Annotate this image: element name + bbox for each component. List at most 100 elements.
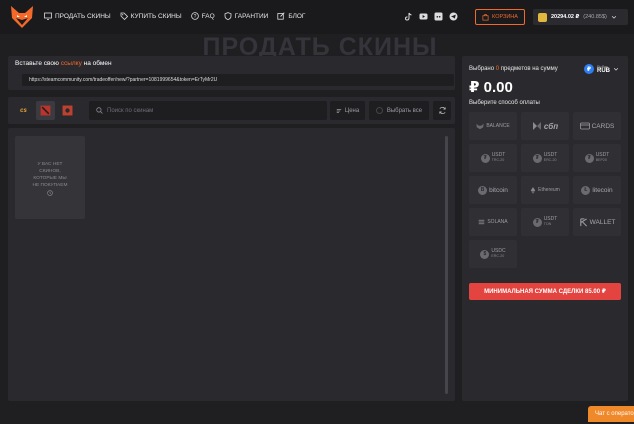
rust-icon[interactable] (58, 101, 77, 120)
currency-selector[interactable]: ₽ Рубль RUB (584, 64, 619, 74)
ethereum-icon (530, 186, 536, 194)
min-sum-button[interactable]: МИНИМАЛЬНАЯ СУММА СДЕЛКИ 85.00 ₽ (469, 283, 621, 300)
pay-usdt-trc20[interactable]: ₮ USDT TRC-20 (469, 144, 517, 172)
card-icon (579, 122, 590, 130)
cs-icon[interactable]: cs (14, 101, 33, 120)
tether-icon: ₮ (532, 153, 542, 163)
nav-buy-skins[interactable]: КУПИТЬ СКИНЫ (120, 12, 182, 20)
payment-methods: BALANCE сбп CARDS ₮ USDT TRC-20 ₮ USDT ERC… (469, 112, 621, 268)
payment-title: Выберите способ оплаты (469, 100, 540, 106)
nav-guarantees[interactable]: ГАРАНТИИ (224, 12, 269, 20)
pay-balance-label: BALANCE (486, 122, 510, 129)
chat-with-operator-button[interactable]: Чат с оператором (588, 406, 634, 422)
cart-icon (482, 13, 489, 20)
litecoin-icon: Ł (581, 185, 591, 195)
clock-icon (47, 190, 53, 196)
pay-usdt-erc20[interactable]: ₮ USDT ERC-20 (521, 144, 569, 172)
skin-search-input[interactable]: Поиск по скинам (89, 101, 327, 120)
question-icon: ? (190, 12, 199, 20)
inventory-scrollbar[interactable] (445, 136, 448, 394)
price-sort-label: Цена (344, 107, 360, 114)
cs-label: cs (20, 107, 27, 114)
tiktok-icon (404, 12, 412, 21)
chevron-down-icon (611, 15, 616, 19)
summary-panel: Выбрано 0 предметов на сумму ₽ 0.00 ₽ Ру… (462, 56, 628, 401)
rust-logo-icon (62, 105, 73, 116)
pay-fk-wallet-label: WALLET (589, 218, 616, 226)
nav-guarantees-label: ГАРАНТИИ (234, 12, 269, 20)
select-all-button[interactable]: Выбрать все (369, 101, 429, 120)
selected-pre: Выбрано (469, 66, 495, 72)
solana-icon (479, 219, 485, 225)
tag-icon (120, 12, 128, 20)
select-all-label: Выбрать все (386, 107, 423, 114)
telegram-link[interactable] (449, 12, 458, 21)
youtube-icon (419, 13, 428, 20)
fox-logo[interactable] (9, 5, 35, 29)
discord-link[interactable] (434, 12, 443, 21)
select-all-checkbox (375, 107, 383, 114)
pay-usdt-ton-tag: TON (543, 222, 552, 226)
nav-sell-label: ПРОДАТЬ СКИНЫ (55, 12, 111, 20)
pay-litecoin[interactable]: Ł litecoin (573, 176, 621, 204)
monitor-icon (44, 12, 52, 20)
pay-usdt-bep20[interactable]: ₮ USDT BEP20 (573, 144, 621, 172)
pay-bitcoin[interactable]: B bitcoin (469, 176, 517, 204)
fox-small-icon (476, 123, 484, 129)
dota-icon[interactable] (36, 101, 55, 120)
tether-icon: ₮ (532, 217, 542, 227)
currency-text: Рубль RUB (597, 64, 610, 74)
chevron-down-icon (613, 67, 619, 71)
trade-link-input[interactable]: https://steamcommunity.com/tradeoffer/ne… (22, 74, 454, 86)
balance-usd: (240.85$) (583, 14, 607, 20)
game-tabs: cs (14, 101, 77, 120)
price-sort-button[interactable]: Цена (330, 101, 365, 120)
svg-text:?: ? (193, 14, 196, 20)
trade-link-title: Вставьте свою ссылку на обмен (15, 60, 112, 67)
nav-blog-label: БЛОГ (288, 12, 306, 20)
cart-button[interactable]: КОРЗИНА (475, 9, 525, 25)
usdc-icon: $ (480, 249, 490, 259)
pay-usdc-erc20[interactable]: $ USDC ERC-20 (469, 240, 517, 268)
nav-blog[interactable]: БЛОГ (277, 12, 305, 20)
youtube-link[interactable] (419, 12, 428, 21)
trade-link-panel: Вставьте свою ссылку на обмен https://st… (8, 56, 455, 90)
filter-bar: cs Поиск по скинам Цена Выбрать все (8, 97, 455, 124)
nav-buy-label: КУПИТЬ СКИНЫ (130, 12, 182, 20)
main-nav: ПРОДАТЬ СКИНЫ КУПИТЬ СКИНЫ ? FAQ ГАРАНТИ… (44, 12, 305, 20)
pay-sbp-label: сбп (543, 121, 559, 131)
empty-line-4: НЕ ПОКУПАЕМ (32, 183, 68, 188)
empty-line-2: СКИНОВ, (39, 169, 61, 174)
pay-usdc-erc20-tag: ERC-20 (491, 254, 505, 258)
pay-usdt-ton[interactable]: ₮ USDT TON (521, 208, 569, 236)
total-amount: ₽ 0.00 (469, 79, 513, 96)
search-placeholder: Поиск по скинам (107, 107, 154, 114)
pay-cards[interactable]: CARDS (573, 112, 621, 140)
nav-sell-skins[interactable]: ПРОДАТЬ СКИНЫ (44, 12, 111, 20)
pay-usdt-ton-text: USDT TON (544, 217, 558, 227)
tiktok-link[interactable] (404, 12, 413, 21)
nav-faq-label: FAQ (201, 12, 215, 20)
telegram-icon (449, 12, 458, 21)
balance-widget[interactable]: 20294.02 ₽ (240.85$) (533, 9, 628, 25)
selected-summary: Выбрано 0 предметов на сумму (469, 66, 558, 72)
pay-solana[interactable]: SOLANA (469, 208, 517, 236)
ruble-icon: ₽ (584, 64, 594, 74)
refresh-button[interactable] (433, 101, 451, 120)
selected-post: предметов на сумму (500, 66, 558, 72)
cart-label: КОРЗИНА (492, 14, 518, 20)
edit-icon (277, 12, 285, 20)
pay-fk-wallet[interactable]: WALLET (573, 208, 621, 236)
pay-sbp[interactable]: сбп (521, 112, 569, 140)
pay-balance[interactable]: BALANCE (469, 112, 517, 140)
pay-ethereum[interactable]: Ethereum (521, 176, 569, 204)
empty-line-3: КОТОРЫЕ МЫ (33, 176, 67, 181)
trade-link-help-link[interactable]: ссылку (61, 60, 82, 67)
trade-link-title-post: на обмен (83, 60, 112, 67)
pay-usdc-erc20-text: USDC ERC-20 (491, 249, 505, 259)
empty-line-1: У ВАС НЕТ (37, 162, 63, 167)
empty-inventory-notice: У ВАС НЕТ СКИНОВ, КОТОРЫЕ МЫ НЕ ПОКУПАЕМ (15, 136, 85, 219)
refresh-icon (438, 106, 446, 115)
discord-icon (434, 12, 443, 21)
nav-faq[interactable]: ? FAQ (190, 12, 215, 20)
